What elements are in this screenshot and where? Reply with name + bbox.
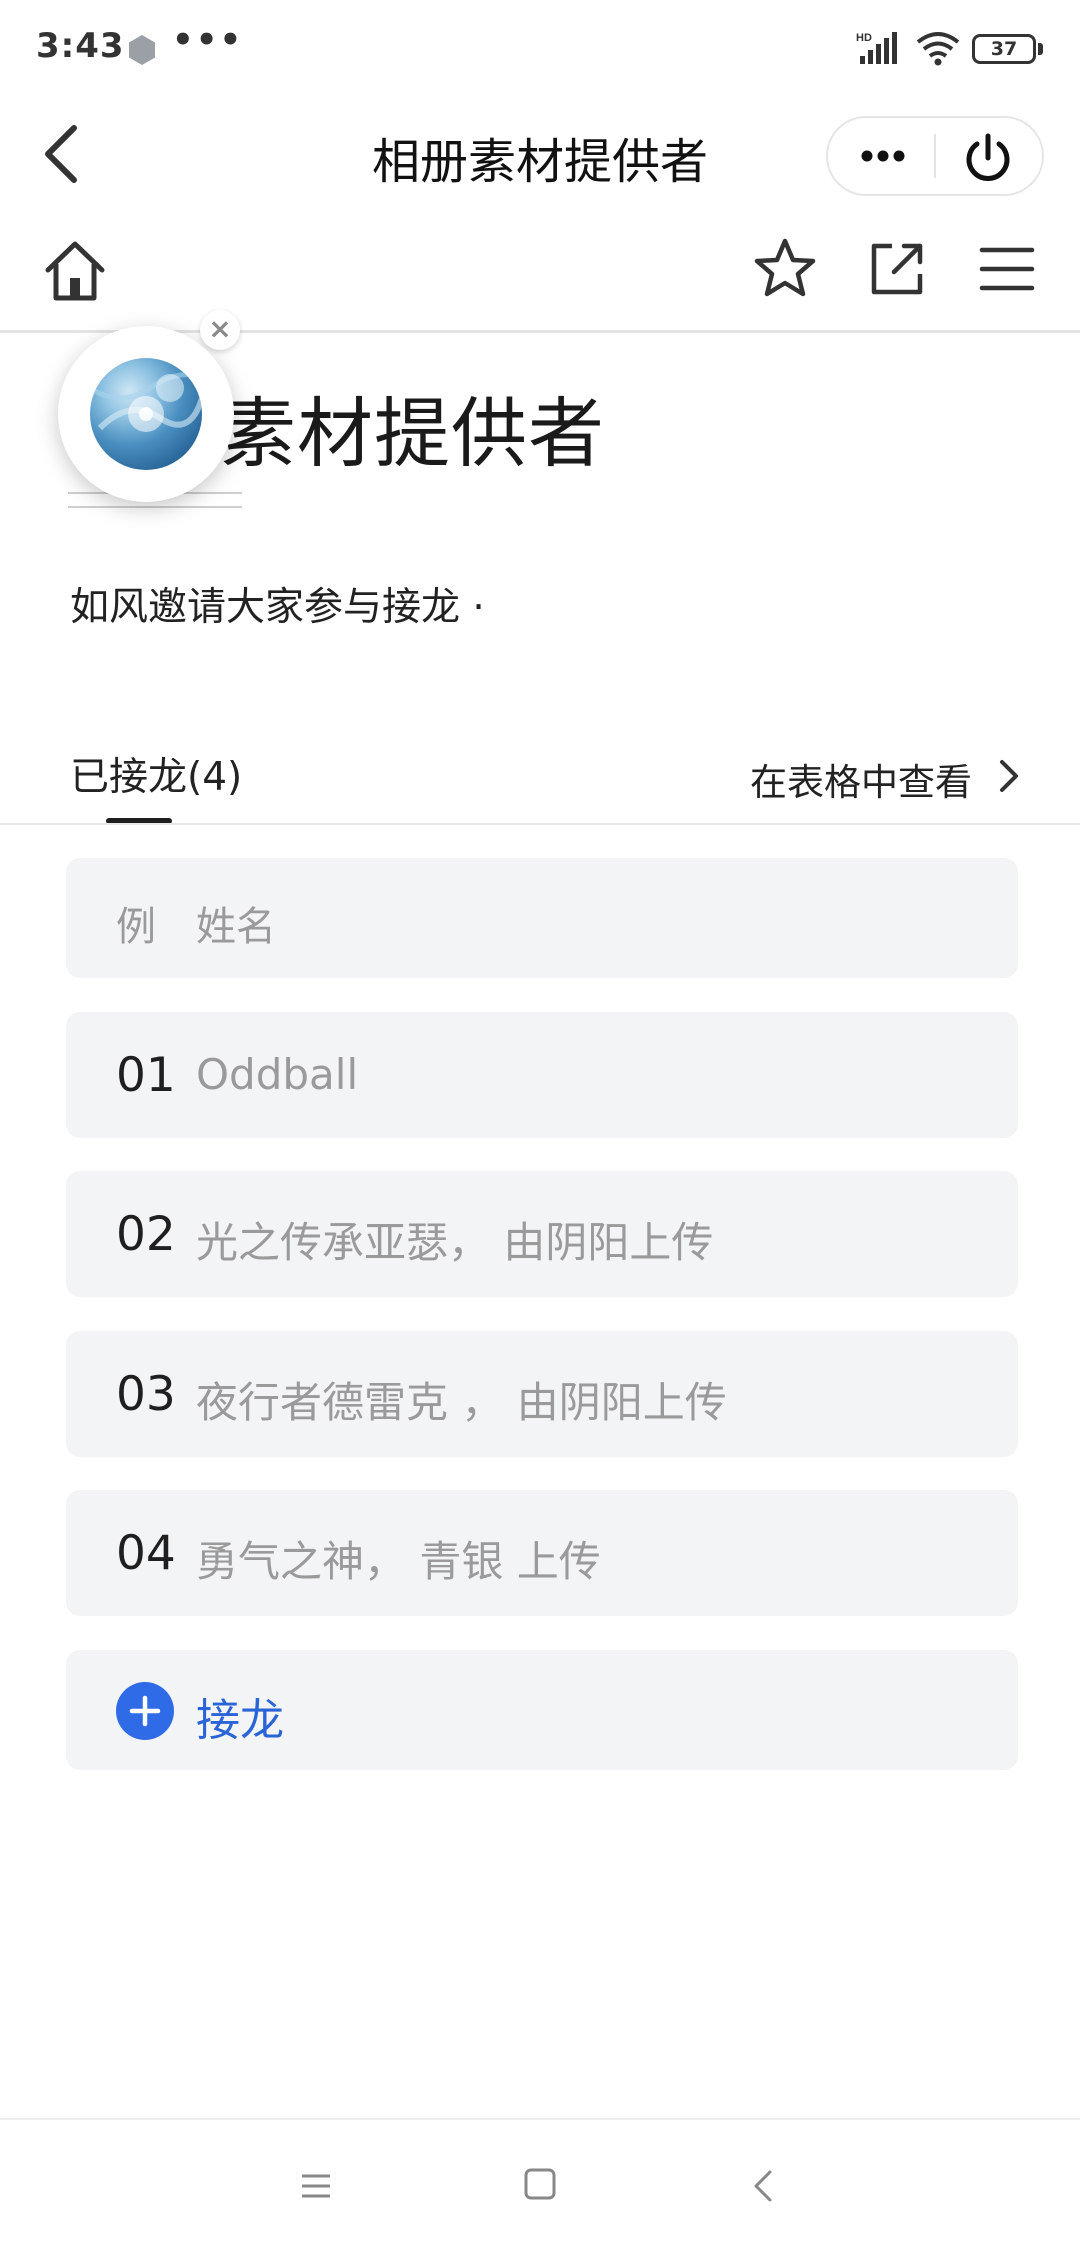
list-item[interactable]: 03 夜行者德雷克 ， 由阴阳上传	[66, 1331, 1018, 1457]
add-entry-button[interactable]: 接龙	[66, 1650, 1018, 1770]
list-item[interactable]: 01 Oddball	[66, 1012, 1018, 1138]
home-square-icon[interactable]	[522, 2164, 558, 2204]
invite-text: 如风邀请大家参与接龙 ·	[70, 585, 485, 630]
row-number: 04	[116, 1526, 176, 1581]
close-icon[interactable]: ×	[200, 310, 240, 350]
page-title: 素材提供者	[220, 389, 605, 478]
wifi-icon	[916, 32, 960, 66]
add-entry-label[interactable]: 接龙	[196, 1684, 284, 1748]
row-text: 勇气之神， 青银 上传	[196, 1537, 601, 1586]
signal-icon: HD	[856, 32, 897, 64]
row-text: 夜行者德雷克 ， 由阴阳上传	[196, 1378, 727, 1427]
row-text: Oddball	[196, 1050, 359, 1099]
row-text: 光之传承亚瑟， 由阴阳上传	[196, 1218, 714, 1267]
share-icon[interactable]	[866, 238, 928, 300]
power-icon[interactable]	[960, 130, 1016, 186]
tab-joined[interactable]: 已接龙(4)	[70, 746, 242, 802]
view-in-table-link[interactable]: 在表格中查看	[750, 752, 972, 806]
row-number: 02	[116, 1207, 176, 1262]
row-text: 姓名	[196, 904, 276, 950]
row-number: 01	[116, 1048, 176, 1103]
list-item[interactable]: 04 勇气之神， 青银 上传	[66, 1490, 1018, 1616]
capsule-separator	[934, 134, 936, 178]
example-row: 例 姓名	[66, 858, 1018, 978]
menu-icon[interactable]	[978, 240, 1036, 298]
list-item[interactable]: 02 光之传承亚瑟， 由阴阳上传	[66, 1171, 1018, 1297]
recent-apps-icon[interactable]	[298, 2168, 334, 2204]
battery-indicator: 37	[972, 34, 1036, 64]
title-underline	[68, 506, 242, 508]
chevron-right-icon[interactable]	[994, 756, 1024, 796]
plus-circle-icon[interactable]	[116, 1682, 174, 1740]
home-icon[interactable]	[40, 236, 110, 306]
tabs-divider	[0, 823, 1080, 825]
bottom-divider	[0, 2118, 1080, 2120]
music-note-icon	[128, 396, 164, 432]
app-notification-icon	[129, 35, 155, 65]
row-number: 例	[116, 904, 156, 950]
status-more-dots: •••	[172, 20, 244, 60]
svg-text:HD: HD	[856, 32, 872, 44]
battery-tip	[1038, 43, 1043, 55]
status-time: 3:43	[36, 26, 125, 66]
star-icon[interactable]	[752, 236, 818, 302]
more-dots-icon[interactable]	[854, 132, 912, 180]
system-back-icon[interactable]	[752, 2166, 776, 2206]
row-number: 03	[116, 1367, 176, 1422]
